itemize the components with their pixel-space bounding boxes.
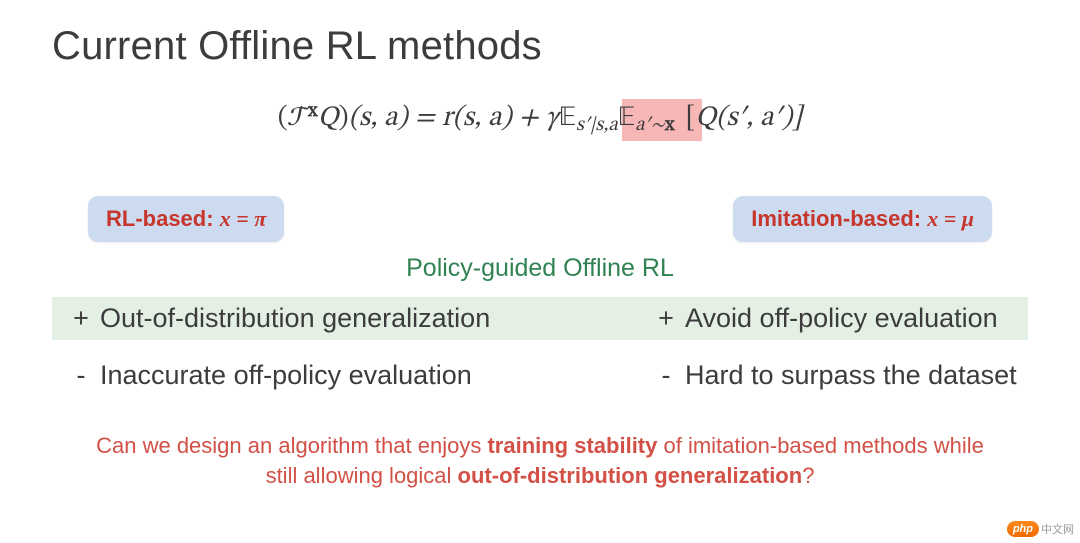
q-bold-1: training stability	[487, 433, 657, 458]
plus-icon: +	[647, 303, 685, 334]
eq-q2: Q	[695, 104, 716, 132]
pill-right-label: Imitation-based:	[751, 206, 927, 231]
plus-icon: +	[62, 303, 100, 334]
eq-bracket-open: [	[679, 104, 696, 132]
pros-row: + Out-of-distribution generalization + A…	[52, 297, 1028, 340]
eq-sub2b: x	[665, 115, 675, 135]
method-pills: RL-based: x = π Imitation-based: x = μ	[52, 196, 1028, 242]
pill-left-var: x = π	[220, 206, 267, 231]
php-logo-icon: php	[1007, 521, 1039, 537]
slide-title: Current Offline RL methods	[52, 24, 1028, 69]
equation-block: (𝒯xQ)(s, a) = r(s, a) + γ𝔼s′|s,a𝔼a′∼x [Q…	[52, 99, 1028, 154]
cons-right-text: Hard to surpass the dataset	[685, 360, 1017, 391]
pill-right-var: x = μ	[927, 206, 974, 231]
watermark-text: 中文网	[1041, 521, 1074, 537]
pros-cons: + Out-of-distribution generalization + A…	[52, 297, 1028, 397]
research-question: Can we design an algorithm that enjoys t…	[52, 431, 1028, 490]
cons-right-cell: - Hard to surpass the dataset	[647, 360, 1028, 391]
eq-lparen: (	[278, 104, 288, 132]
pros-right-text: Avoid off-policy evaluation	[685, 303, 998, 334]
bellman-equation: (𝒯xQ)(s, a) = r(s, a) + γ𝔼s′|s,a𝔼a′∼x [Q…	[278, 104, 803, 132]
site-watermark: php 中文网	[1007, 521, 1074, 537]
subtitle: Policy-guided Offline RL	[52, 254, 1028, 283]
cons-left-cell: - Inaccurate off-policy evaluation	[52, 360, 647, 391]
cons-left-text: Inaccurate off-policy evaluation	[100, 360, 472, 391]
eq-args1: (s, a) = r(s, a) + γ	[349, 104, 559, 132]
q-pre: Can we design an algorithm that enjoys	[96, 433, 487, 458]
pill-imitation-based: Imitation-based: x = μ	[733, 196, 992, 242]
pros-left-text: Out-of-distribution generalization	[100, 303, 490, 334]
slide: Current Offline RL methods (𝒯xQ)(s, a) =…	[0, 0, 1080, 543]
eq-expect-2: 𝔼	[618, 104, 635, 132]
minus-icon: -	[62, 360, 100, 391]
pros-left-cell: + Out-of-distribution generalization	[52, 303, 647, 334]
cons-row: - Inaccurate off-policy evaluation - Har…	[52, 354, 1028, 397]
eq-sup: x	[308, 101, 318, 121]
pros-right-cell: + Avoid off-policy evaluation	[647, 303, 1028, 334]
q-bold-2: out-of-distribution generalization	[458, 463, 803, 488]
eq-expect-1: 𝔼	[559, 104, 576, 132]
q-post: ?	[802, 463, 814, 488]
eq-operator: 𝒯	[288, 104, 308, 132]
eq-sub1: s′|s,a	[576, 115, 618, 135]
pill-left-label: RL-based:	[106, 206, 220, 231]
pill-rl-based: RL-based: x = π	[88, 196, 284, 242]
minus-icon: -	[647, 360, 685, 391]
eq-rparen: )	[339, 104, 349, 132]
eq-sub2a: a′∼	[635, 115, 665, 135]
eq-args2: (s′, a′)]	[716, 104, 802, 132]
eq-q1: Q	[318, 104, 339, 132]
